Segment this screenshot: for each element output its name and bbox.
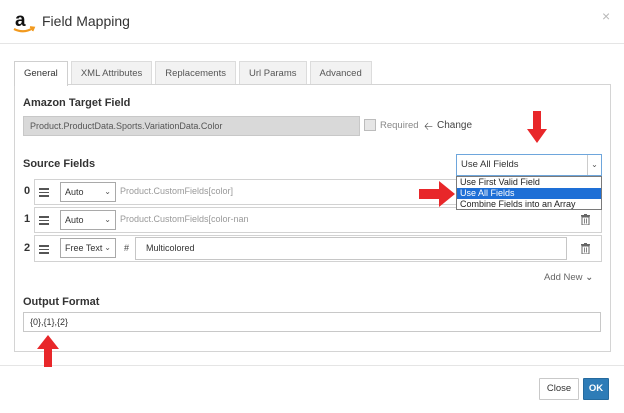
output-format-title: Output Format [23, 296, 100, 308]
change-button[interactable]: Change [437, 120, 472, 131]
option-use-all-fields[interactable]: Use All Fields [457, 188, 601, 199]
drag-handle-icon[interactable] [39, 216, 49, 225]
annotation-arrow-up-icon [37, 335, 59, 367]
tab-xml-attributes[interactable]: XML Attributes [70, 61, 153, 85]
source-mode-selected: Use All Fields [461, 159, 519, 170]
row-2-type-select[interactable]: Free Text ⌄ [60, 238, 116, 258]
chevron-down-icon: ⌄ [587, 155, 601, 175]
chevron-down-icon: ⌄ [585, 272, 594, 283]
drag-handle-icon[interactable] [39, 245, 49, 254]
source-mode-dropdown-list: Use First Valid Field Use All Fields Com… [456, 176, 602, 210]
row-index-2: 2 [24, 242, 31, 254]
ok-button[interactable]: OK [583, 378, 609, 400]
trash-icon[interactable] [581, 243, 590, 254]
dialog-title: Field Mapping [42, 13, 130, 29]
arrow-left-icon[interactable]: 🡠 [424, 118, 433, 137]
header-divider [0, 43, 624, 44]
row-0-field-value[interactable]: Product.CustomFields[color] [120, 186, 233, 196]
required-label: Required [380, 120, 419, 131]
row-1-type-value: Auto [65, 215, 84, 225]
source-fields-title: Source Fields [23, 158, 96, 170]
svg-text:a: a [15, 10, 26, 31]
row-0-type-value: Auto [65, 187, 84, 197]
output-format-input[interactable]: {0},{1},{2} [23, 312, 601, 332]
add-new-button[interactable]: Add New ⌄ [544, 272, 593, 283]
amazon-logo-icon: a [13, 10, 36, 33]
annotation-arrow-right-icon [419, 181, 455, 207]
tab-general[interactable]: General [14, 61, 68, 86]
drag-handle-icon[interactable] [39, 188, 49, 197]
row-0-type-select[interactable]: Auto ⌄ [60, 182, 116, 202]
chevron-down-icon: ⌄ [104, 215, 111, 224]
row-index-1: 1 [24, 213, 31, 225]
close-icon[interactable]: × [602, 8, 610, 24]
option-combine-fields-array[interactable]: Combine Fields into an Array [457, 199, 601, 210]
target-field-title: Amazon Target Field [23, 97, 131, 109]
row-1-type-select[interactable]: Auto ⌄ [60, 210, 116, 230]
chevron-down-icon: ⌄ [104, 187, 111, 196]
row-2-free-text-input[interactable]: Multicolored [135, 237, 567, 260]
required-checkbox[interactable] [364, 119, 376, 131]
source-mode-select[interactable]: Use All Fields ⌄ [456, 154, 602, 176]
footer-divider [0, 365, 624, 366]
tab-bar: General XML Attributes Replacements Url … [14, 61, 375, 86]
add-new-label: Add New [544, 272, 583, 283]
annotation-arrow-down-icon [527, 111, 547, 143]
row-2-type-value: Free Text [65, 243, 103, 253]
trash-icon[interactable] [581, 214, 590, 225]
close-button[interactable]: Close [539, 378, 579, 400]
row-index-0: 0 [24, 185, 31, 197]
tab-url-params[interactable]: Url Params [238, 61, 307, 85]
tab-replacements[interactable]: Replacements [155, 61, 236, 85]
option-use-first-valid-field[interactable]: Use First Valid Field [457, 177, 601, 188]
tab-advanced[interactable]: Advanced [309, 61, 372, 85]
row-1-field-value[interactable]: Product.CustomFields[color-nan [120, 214, 249, 224]
chevron-down-icon: ⌄ [104, 243, 111, 252]
hash-icon: # [124, 243, 130, 253]
target-field-input: Product.ProductData.Sports.VariationData… [23, 116, 360, 136]
